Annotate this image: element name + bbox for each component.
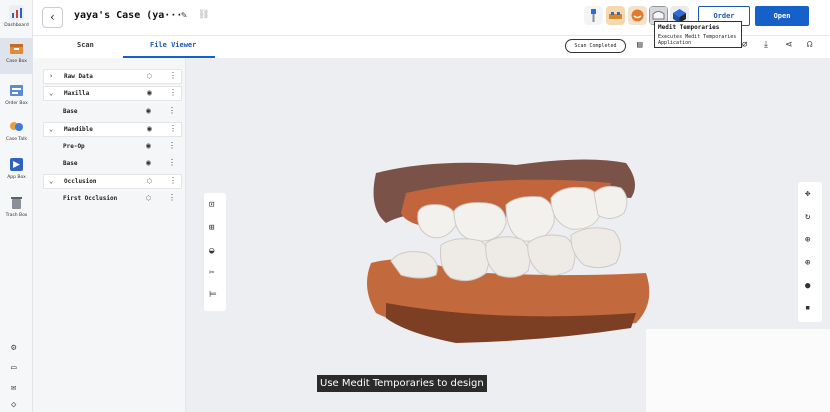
rail-item-trash-box[interactable]: Trash Box	[0, 192, 33, 228]
tree-label: Mandible	[64, 126, 93, 133]
medit-smile-icon[interactable]	[628, 6, 647, 25]
eye-hidden-icon[interactable]: ◌	[147, 71, 152, 80]
megaphone-icon[interactable]: ✉	[0, 381, 33, 397]
pencil-edit-icon[interactable]: ✎	[181, 10, 187, 21]
tree-group-raw-data[interactable]: › Raw Data ◌ ⋮	[43, 69, 182, 84]
tree-label: Base	[63, 108, 78, 115]
share-icon[interactable]: ⋖	[785, 40, 793, 50]
rail-label: Case Box	[6, 59, 27, 64]
open-button[interactable]: Open	[755, 6, 809, 26]
tree-item-mandible-base[interactable]: Base ◉ ⋮	[43, 157, 182, 172]
view-tools-right: ✥ ↻ ⊕ ⊕ ● ▪	[798, 182, 822, 322]
tree-label: Raw Data	[64, 73, 93, 80]
chevron-down-icon[interactable]: ⌄	[49, 89, 53, 97]
more-vertical-icon[interactable]: ⋮	[169, 124, 177, 133]
eye-icon[interactable]: ◉	[146, 158, 151, 167]
tree-label: Pre-Op	[63, 143, 85, 150]
chevron-down-icon[interactable]: ⌄	[49, 125, 53, 133]
zoom-in-icon[interactable]: ⊕	[805, 235, 810, 245]
chevron-down-icon[interactable]: ⌄	[49, 177, 53, 185]
dental-scan-model[interactable]	[346, 153, 676, 353]
texture-icon[interactable]: ▪	[805, 303, 810, 313]
tree-group-maxilla[interactable]: ⌄ Maxilla ◉ ⋮	[43, 86, 182, 101]
tab-file-viewer[interactable]: File Viewer	[150, 41, 196, 49]
tree-item-first-occlusion[interactable]: First Occlusion ◌ ⋮	[43, 192, 182, 207]
video-subtitle: Use Medit Temporaries to design	[317, 375, 487, 392]
section-icon[interactable]: ◒	[209, 246, 214, 256]
case-talk-icon	[10, 122, 23, 131]
3d-viewport[interactable]: ⊡ ⊞ ◒ ✂ ⊨ ✥ ↻ ⊕ ⊕ ● ▪ Use Medit Temporar…	[186, 58, 830, 412]
eye-icon[interactable]: ◉	[147, 88, 152, 97]
tab-scan[interactable]: Scan	[77, 41, 94, 49]
file-tree-panel: › Raw Data ◌ ⋮ ⌄ Maxilla ◉ ⋮ Base ◉ ⋮ ⌄ …	[33, 58, 186, 412]
tree-label: First Occlusion	[63, 195, 118, 202]
scan-region-icon[interactable]: ⊞	[209, 223, 214, 233]
chevron-right-icon[interactable]: ›	[49, 72, 53, 80]
app-rail: Dashboard Case Box Order Box Case Talk A…	[0, 0, 33, 412]
settings-gear-icon[interactable]: ⚙	[0, 341, 33, 357]
case-title: yaya's Case (ya···	[74, 10, 183, 21]
rail-label: Trash Box	[5, 213, 28, 218]
rail-item-case-box[interactable]: Case Box	[0, 38, 33, 74]
tooltip-description: Executes Medit Temporaries Application	[658, 34, 737, 46]
view-tools-left: ⊡ ⊞ ◒ ✂ ⊨	[204, 193, 226, 311]
tree-label: Maxilla	[64, 90, 90, 97]
rail-item-app-box[interactable]: App Box	[0, 154, 33, 190]
help-icon[interactable]: ◇	[0, 398, 33, 412]
eye-hidden-icon[interactable]: ◌	[147, 176, 152, 185]
zoom-fit-icon[interactable]: ⊕	[805, 258, 810, 268]
link-icon[interactable]: ⛓	[198, 10, 209, 20]
more-vertical-icon[interactable]: ⋮	[168, 158, 176, 167]
more-vertical-icon[interactable]: ⋮	[168, 141, 176, 150]
back-button[interactable]: ‹	[42, 7, 63, 28]
trash-icon	[11, 197, 22, 209]
tooltip-title: Medit Temporaries	[658, 24, 720, 31]
paperclip-icon[interactable]: ⌀	[742, 40, 747, 50]
rail-label: Order Box	[5, 101, 28, 106]
clipboard-icon[interactable]: ▤	[637, 40, 642, 50]
app-box-icon	[10, 158, 23, 171]
move-icon[interactable]: ✥	[805, 189, 810, 199]
medit-orthodontic-icon[interactable]	[606, 6, 625, 25]
tree-item-maxilla-base[interactable]: Base ◉ ⋮	[43, 105, 182, 120]
eye-icon[interactable]: ◉	[146, 141, 151, 150]
more-vertical-icon[interactable]: ⋮	[169, 71, 177, 80]
dashboard-chart-icon	[9, 5, 24, 20]
more-vertical-icon[interactable]: ⋮	[169, 176, 177, 185]
headset-icon[interactable]: ☊	[807, 40, 812, 50]
more-vertical-icon[interactable]: ⋮	[168, 106, 176, 115]
order-box-icon	[10, 85, 23, 96]
fit-view-icon[interactable]: ⊡	[209, 200, 214, 210]
tree-label: Base	[63, 160, 78, 167]
more-vertical-icon[interactable]: ⋮	[169, 88, 177, 97]
lower-teeth	[390, 227, 621, 282]
case-box-icon	[10, 44, 23, 54]
eye-icon[interactable]: ◉	[146, 106, 151, 115]
tree-group-mandible[interactable]: ⌄ Mandible ◉ ⋮	[43, 122, 182, 137]
chevron-left-icon: ‹	[48, 10, 57, 24]
tree-group-occlusion[interactable]: ⌄ Occlusion ◌ ⋮	[43, 174, 182, 189]
measure-icon[interactable]: ⊨	[209, 290, 217, 300]
rail-label: Dashboard	[4, 23, 29, 28]
medit-implant-icon[interactable]	[584, 6, 603, 25]
tree-label: Occlusion	[64, 178, 97, 185]
more-vertical-icon[interactable]: ⋮	[168, 193, 176, 202]
color-palette-icon[interactable]: ●	[805, 281, 810, 291]
rail-item-case-talk[interactable]: Case Talk	[0, 116, 33, 152]
scissors-icon[interactable]: ✂	[209, 268, 214, 278]
status-badge: Scan Completed	[565, 39, 626, 53]
eye-icon[interactable]: ◉	[147, 124, 152, 133]
rail-item-order-box[interactable]: Order Box	[0, 80, 33, 116]
tree-item-pre-op[interactable]: Pre-Op ◉ ⋮	[43, 140, 182, 155]
rail-item-dashboard[interactable]: Dashboard	[0, 2, 33, 38]
rail-label: Case Talk	[5, 137, 28, 142]
rail-label: App Box	[7, 175, 26, 180]
download-icon[interactable]: ⤓	[764, 40, 768, 50]
eye-hidden-icon[interactable]: ◌	[146, 193, 151, 202]
message-window-icon[interactable]: ▭	[0, 361, 33, 377]
rotate-icon[interactable]: ↻	[805, 212, 810, 222]
watermark-area	[646, 329, 830, 412]
app-tooltip: Medit Temporaries Executes Medit Tempora…	[654, 21, 742, 48]
